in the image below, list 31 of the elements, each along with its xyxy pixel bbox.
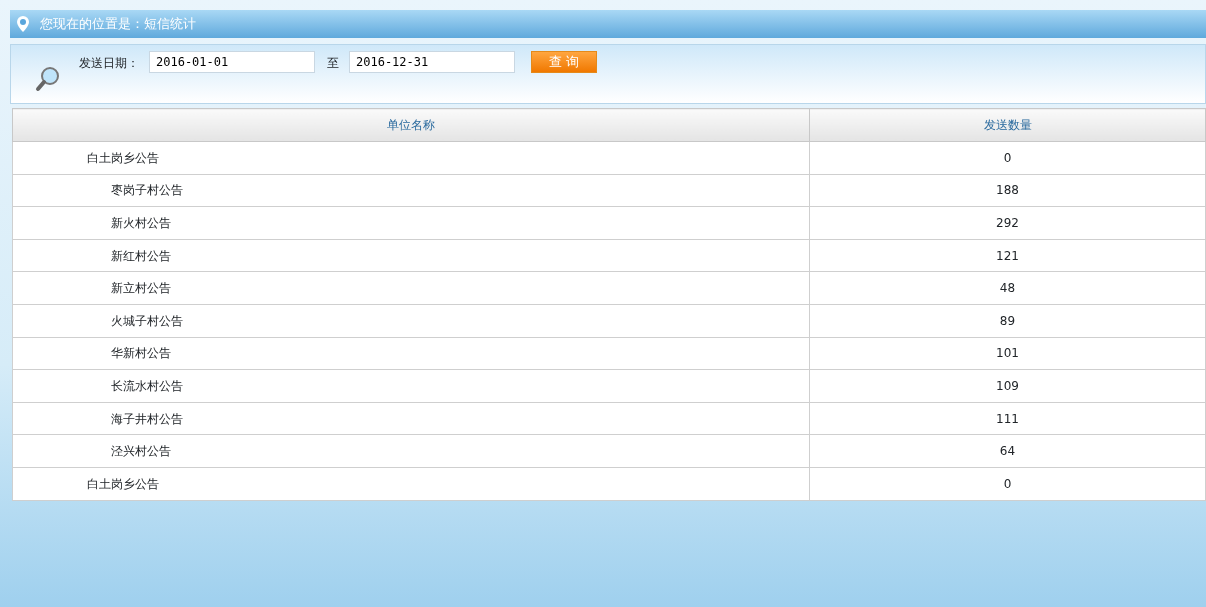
send-count: 292 [996, 216, 1019, 230]
send-count: 121 [996, 248, 1019, 263]
send-count: 0 [1003, 476, 1012, 491]
breadcrumb-text: 您现在的位置是：短信统计 [40, 15, 196, 34]
column-header: 发送数量 [809, 108, 1206, 142]
column-header: 单位名称 [12, 108, 810, 142]
unit-name: 火城子村公告 [111, 313, 183, 328]
send-count: 101 [996, 346, 1019, 361]
unit-name: 枣岗子村公告 [111, 183, 183, 198]
unit-name: 白土岗乡公告 [87, 150, 159, 165]
send-count: 0 [1003, 150, 1012, 165]
separator-text: 至 [327, 55, 339, 72]
unit-name: 白土岗乡公告 [87, 476, 159, 491]
start-date-field[interactable]: 2016-01-01 [149, 51, 315, 73]
end-date-field[interactable]: 2016-12-31 [349, 51, 515, 73]
send-count: 89 [999, 313, 1016, 328]
unit-name: 泾兴村公告 [111, 444, 171, 459]
unit-name: 新火村公告 [111, 216, 171, 230]
send-count: 188 [996, 183, 1019, 198]
unit-name: 海子井村公告 [111, 411, 183, 426]
unit-name: 长流水村公告 [111, 378, 183, 393]
date-label: 发送日期： [79, 55, 139, 72]
send-count: 111 [996, 411, 1019, 426]
unit-name: 华新村公告 [111, 346, 171, 361]
magnifier-icon [35, 65, 61, 93]
unit-name: 新红村公告 [111, 248, 171, 263]
unit-name: 新立村公告 [111, 281, 171, 296]
location-pin-icon [16, 15, 30, 33]
send-count: 109 [996, 378, 1019, 393]
send-count: 48 [999, 281, 1016, 296]
send-count: 64 [999, 444, 1016, 459]
